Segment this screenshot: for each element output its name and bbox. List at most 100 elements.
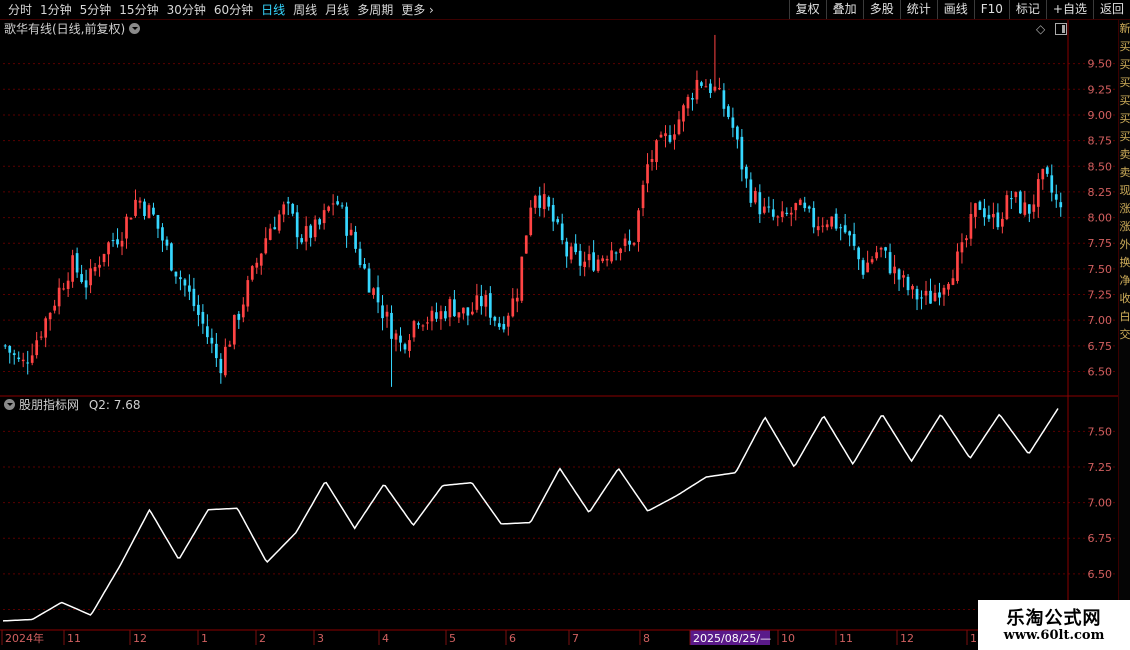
candle-body xyxy=(48,312,52,320)
candle-body xyxy=(232,314,236,345)
candle-body xyxy=(376,287,380,303)
candle-body xyxy=(250,266,254,280)
candle-body xyxy=(84,280,88,288)
candle-body xyxy=(789,212,793,215)
candle-body xyxy=(506,315,510,327)
candle-body xyxy=(309,225,313,238)
candle-body xyxy=(134,199,137,216)
candle-body xyxy=(511,298,515,317)
time-axis: 2024年 11 12 1 2 3 4 5 6 7 8 2025/08/25/— 10 11 12 1 xyxy=(1,630,977,645)
candle-body xyxy=(1050,175,1054,193)
candle-body xyxy=(686,96,690,109)
candle-body xyxy=(969,214,973,239)
candle-body xyxy=(803,202,807,209)
candle-body xyxy=(938,292,941,298)
candle-body xyxy=(641,184,645,209)
candle-body xyxy=(219,358,223,374)
side-label: 卖 xyxy=(1119,166,1130,179)
candle-body xyxy=(924,290,928,296)
candle-body xyxy=(560,223,564,241)
candle-body xyxy=(942,287,946,295)
side-label: 净 xyxy=(1119,274,1130,287)
candle-body xyxy=(888,252,892,274)
candle-body xyxy=(295,212,299,238)
candle-body xyxy=(857,247,860,260)
candle-body xyxy=(956,251,959,282)
time-tick-label: 2025/08/25/— xyxy=(693,632,771,645)
candle-body xyxy=(39,336,43,338)
candle-body xyxy=(223,346,227,376)
candle-body xyxy=(798,199,802,206)
candle-body xyxy=(902,275,905,278)
indicator-tick-label: 7.25 xyxy=(1088,461,1113,474)
candle-body xyxy=(704,86,708,88)
candle-body xyxy=(497,323,501,327)
candle-body xyxy=(120,240,124,247)
candle-body xyxy=(453,299,456,317)
candle-body xyxy=(3,345,7,347)
candle-body xyxy=(57,287,61,307)
time-tick-label: 8 xyxy=(643,632,650,645)
candle-body xyxy=(974,203,977,217)
candle-body xyxy=(1010,198,1013,200)
candle-body xyxy=(143,201,146,216)
indicator-tick-label: 6.75 xyxy=(1088,532,1113,545)
candle-body xyxy=(1027,204,1031,214)
candle-body xyxy=(574,243,578,253)
candle-body xyxy=(776,216,780,218)
candle-body xyxy=(529,207,533,236)
candle-body xyxy=(493,316,497,321)
candle-body xyxy=(978,201,982,210)
candle-body xyxy=(201,311,205,324)
candle-body xyxy=(646,164,649,184)
candle-body xyxy=(695,79,699,100)
candle-body xyxy=(605,258,609,261)
candle-body xyxy=(246,280,250,307)
candle-body xyxy=(785,212,789,214)
candle-body xyxy=(273,227,277,230)
candle-body xyxy=(268,228,272,240)
candle-body xyxy=(322,210,326,224)
candle-body xyxy=(749,179,753,203)
candle-body xyxy=(457,312,461,318)
candle-body xyxy=(614,252,618,254)
candle-body xyxy=(619,248,622,254)
indicator-tick-label: 6.50 xyxy=(1088,568,1113,581)
time-tick-label: 5 xyxy=(449,632,456,645)
candle-body xyxy=(520,256,524,301)
candle-body xyxy=(165,239,169,246)
candle-body xyxy=(75,253,79,273)
price-axis: 9.50 9.25 9.00 8.75 8.50 8.25 8.00 7.75 7.50 7.25… xyxy=(1088,58,1113,379)
candle-body xyxy=(668,135,672,142)
candle-body xyxy=(884,247,887,251)
candle-body xyxy=(125,216,128,239)
candle-body xyxy=(780,211,784,218)
candle-body xyxy=(358,248,362,266)
candle-body xyxy=(700,82,703,86)
candle-body xyxy=(62,288,65,290)
side-label: 买 xyxy=(1119,76,1130,89)
price-tick-label: 8.75 xyxy=(1088,135,1113,148)
candle-body xyxy=(906,276,910,291)
candle-body xyxy=(318,219,321,225)
time-tick-label: 11 xyxy=(839,632,853,645)
candle-body xyxy=(920,297,923,299)
candle-body xyxy=(116,239,119,245)
candle-body xyxy=(843,225,847,233)
candle-body xyxy=(569,246,573,260)
candle-body xyxy=(753,190,757,203)
candle-body xyxy=(44,318,48,338)
candle-body xyxy=(444,311,447,319)
kline-chart-area[interactable]: 9.50 9.25 9.00 8.75 8.50 8.25 8.00 7.75 7.50 7.25… xyxy=(0,0,1130,650)
candle-body xyxy=(965,238,968,241)
candle-body xyxy=(129,217,133,220)
price-tick-label: 9.00 xyxy=(1088,109,1113,122)
candle-body xyxy=(745,166,748,179)
candle-body xyxy=(192,288,196,307)
candlestick-series xyxy=(3,34,1063,387)
candle-body xyxy=(439,311,443,320)
candle-body xyxy=(677,119,681,135)
candle-body xyxy=(655,140,658,163)
candle-body xyxy=(1005,195,1009,220)
quote-side-panel: 新买买买买买买卖卖现涨涨外换净收白交 xyxy=(1118,20,1130,630)
